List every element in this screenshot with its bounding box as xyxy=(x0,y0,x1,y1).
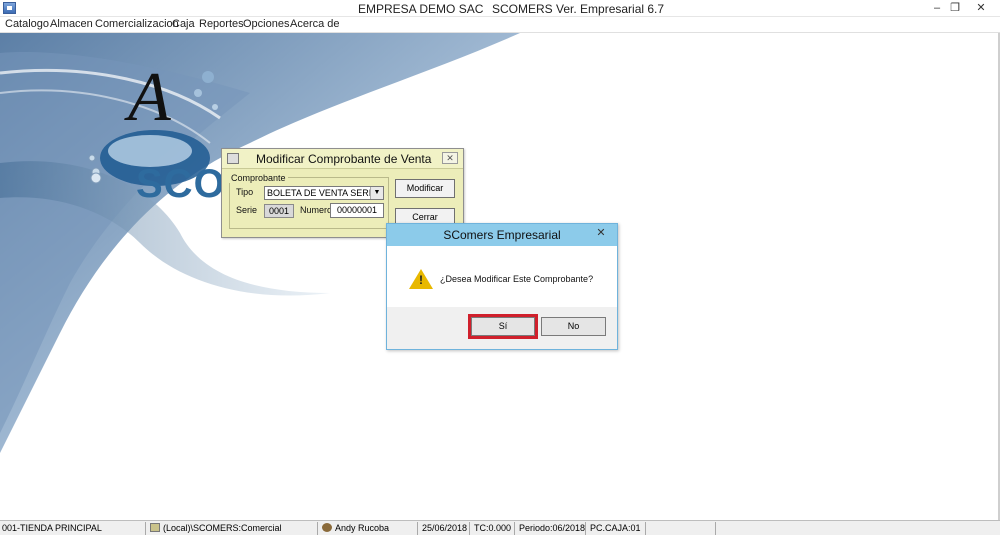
confirm-message: ¿Desea Modificar Este Comprobante? xyxy=(440,274,594,284)
tipo-label: Tipo xyxy=(236,187,254,197)
tipo-select[interactable]: BOLETA DE VENTA SERIE ▼ xyxy=(264,186,384,200)
tipo-select-value: BOLETA DE VENTA SERIE xyxy=(267,188,378,198)
menu-item-reportes[interactable]: Reportes xyxy=(199,18,244,30)
status-date: 25/06/2018 xyxy=(420,522,470,535)
numero-input[interactable]: 00000001 xyxy=(330,203,384,218)
modify-button[interactable]: Modificar xyxy=(395,179,455,198)
app-icon xyxy=(3,2,16,14)
confirm-dialog-titlebar: SComers Empresarial ✕ xyxy=(387,224,617,246)
menu-item-opciones[interactable]: Opciones xyxy=(243,18,289,30)
window-titlebar: EMPRESA DEMO SAC SCOMERS Ver. Empresaria… xyxy=(0,0,1000,17)
dialog-window-icon xyxy=(227,153,239,164)
status-user-text: Andy Rucoba xyxy=(335,523,390,533)
status-server-text: (Local)\SCOMERS:Comercial xyxy=(163,523,282,533)
confirm-dialog-close-button[interactable]: ✕ xyxy=(591,227,611,241)
status-user: Andy Rucoba xyxy=(320,522,418,535)
status-bar: 001-TIENDA PRINCIPAL (Local)\SCOMERS:Com… xyxy=(0,520,1000,535)
menu-item-caja[interactable]: Caja xyxy=(172,18,195,30)
status-period: Periodo:06/2018 xyxy=(519,522,586,535)
modify-dialog-titlebar: Modificar Comprobante de Venta ✕ xyxy=(222,149,463,169)
modify-dialog-close-button[interactable]: ✕ xyxy=(442,152,458,164)
brand-logo-mark: A xyxy=(128,59,171,136)
menu-item-acerca-de[interactable]: Acerca de xyxy=(290,18,340,30)
window-close-button[interactable]: ✕ xyxy=(968,0,994,17)
menu-item-almacen[interactable]: Almacen xyxy=(50,18,93,30)
numero-label: Numero xyxy=(300,205,333,215)
menu-item-catalogo[interactable]: Catalogo xyxy=(5,18,49,30)
no-button[interactable]: No xyxy=(541,317,606,336)
user-icon xyxy=(322,523,332,532)
status-empty xyxy=(648,522,716,535)
modify-dialog-title: Modificar Comprobante de Venta xyxy=(256,152,432,166)
warning-exclamation: ! xyxy=(419,273,423,287)
status-tc: TC:0.000 xyxy=(472,522,515,535)
restore-button[interactable]: ❐ xyxy=(942,0,968,17)
server-icon xyxy=(150,523,160,532)
menu-bar: Catalogo Almacen Comercializacion Caja R… xyxy=(0,17,1000,33)
serie-label: Serie xyxy=(236,205,258,215)
chevron-down-icon[interactable]: ▼ xyxy=(370,187,383,199)
window-title-product: SCOMERS Ver. Empresarial 6.7 xyxy=(492,2,665,16)
yes-button[interactable]: Sí xyxy=(471,317,535,336)
confirm-dialog-title: SComers Empresarial xyxy=(443,228,561,242)
serie-field: 0001 xyxy=(264,204,294,218)
status-store: 001-TIENDA PRINCIPAL xyxy=(0,522,146,535)
status-server: (Local)\SCOMERS:Comercial xyxy=(148,522,318,535)
window-title-company: EMPRESA DEMO SAC xyxy=(358,2,484,16)
status-cashbox: PC.CAJA:01 xyxy=(588,522,646,535)
menu-item-comercializacion[interactable]: Comercializacion xyxy=(95,18,179,30)
voucher-group-label: Comprobante xyxy=(229,173,288,183)
